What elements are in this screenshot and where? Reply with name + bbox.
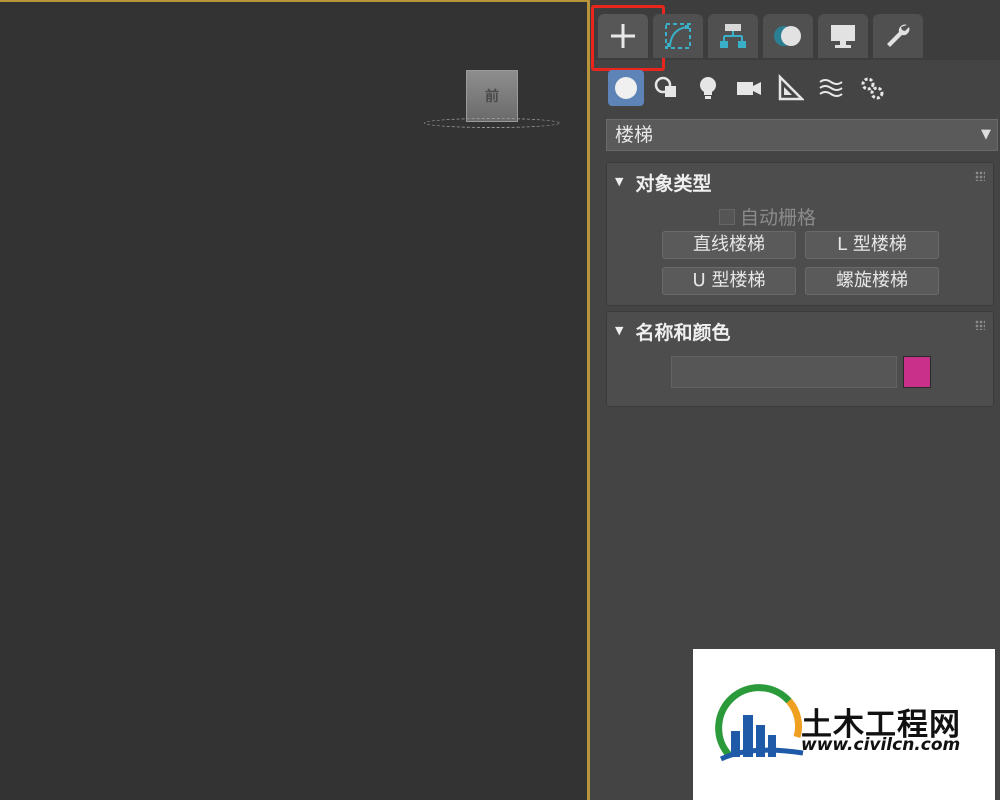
plus-icon [611,24,635,48]
tab-display[interactable] [818,14,868,58]
subtab-shapes[interactable] [649,70,685,106]
category-dropdown[interactable]: 楼梯 ▼ [606,119,998,151]
modify-curve-icon [665,23,691,49]
name-and-color-title: 名称和颜色 [635,322,731,344]
autogrid-label: 自动栅格 [740,207,817,229]
object-type-title: 对象类型 [635,173,712,195]
viewcube-front-face[interactable]: 前 [466,70,518,122]
subtab-spacewarps[interactable] [813,70,849,106]
motion-icon [774,26,801,46]
category-dropdown-value: 楼梯 [615,124,654,146]
civilcn-logo-icon [715,684,804,762]
l-type-stair-button[interactable]: L 型楼梯 [805,231,939,259]
command-panel-tabs [590,0,1000,71]
rollout-grip-icon[interactable] [975,320,985,330]
collapse-triangle-icon: ▼ [615,324,624,337]
spiral-stair-button[interactable]: 螺旋楼梯 [805,267,939,295]
subtab-helpers[interactable] [772,70,808,106]
geometry-sphere-icon [615,77,637,99]
create-category-bar [590,68,1000,110]
tab-motion[interactable] [763,14,813,58]
spacewarps-icon [819,79,843,97]
helpers-ruler-icon [778,74,804,101]
subtab-cameras[interactable] [731,70,767,106]
watermark-url: www.civilcn.com [801,735,961,755]
tab-hierarchy[interactable] [708,14,758,58]
object-type-rollout-header[interactable]: ▼ 对象类型 [615,169,711,196]
chevron-down-icon: ▼ [981,127,991,142]
wrench-icon [887,24,910,47]
collapse-triangle-icon: ▼ [615,175,624,188]
autogrid-option[interactable]: 自动栅格 [719,203,816,230]
subtab-geometry[interactable] [608,70,644,106]
lights-bulb-icon [700,77,716,99]
object-name-input[interactable] [671,356,897,388]
name-and-color-rollout-header[interactable]: ▼ 名称和颜色 [615,318,730,345]
subtab-systems[interactable] [854,70,890,106]
hierarchy-icon [720,24,746,48]
straight-stair-button[interactable]: 直线楼梯 [662,231,796,259]
shapes-icon [654,76,676,97]
name-and-color-rollout: ▼ 名称和颜色 [606,311,994,407]
viewcube-compass-ring[interactable] [424,118,560,128]
viewcube[interactable]: 前 [422,68,562,134]
display-monitor-icon [831,25,855,48]
autogrid-checkbox[interactable] [719,208,735,225]
u-type-stair-button[interactable]: U 型楼梯 [662,267,796,295]
rollout-grip-icon[interactable] [975,171,985,181]
tab-utilities[interactable] [873,14,923,58]
tab-modify[interactable] [653,14,703,58]
object-type-rollout: ▼ 对象类型 自动栅格 直线楼梯 L 型楼梯 U 型楼梯 螺旋楼梯 [606,162,994,306]
tab-create[interactable] [591,5,665,71]
subtab-lights[interactable] [690,70,726,106]
viewport[interactable]: 前 [0,0,587,800]
systems-gears-icon [861,77,884,100]
camera-icon [737,82,761,95]
watermark: 土木工程网 www.civilcn.com [693,649,995,800]
object-color-swatch[interactable] [903,356,931,388]
